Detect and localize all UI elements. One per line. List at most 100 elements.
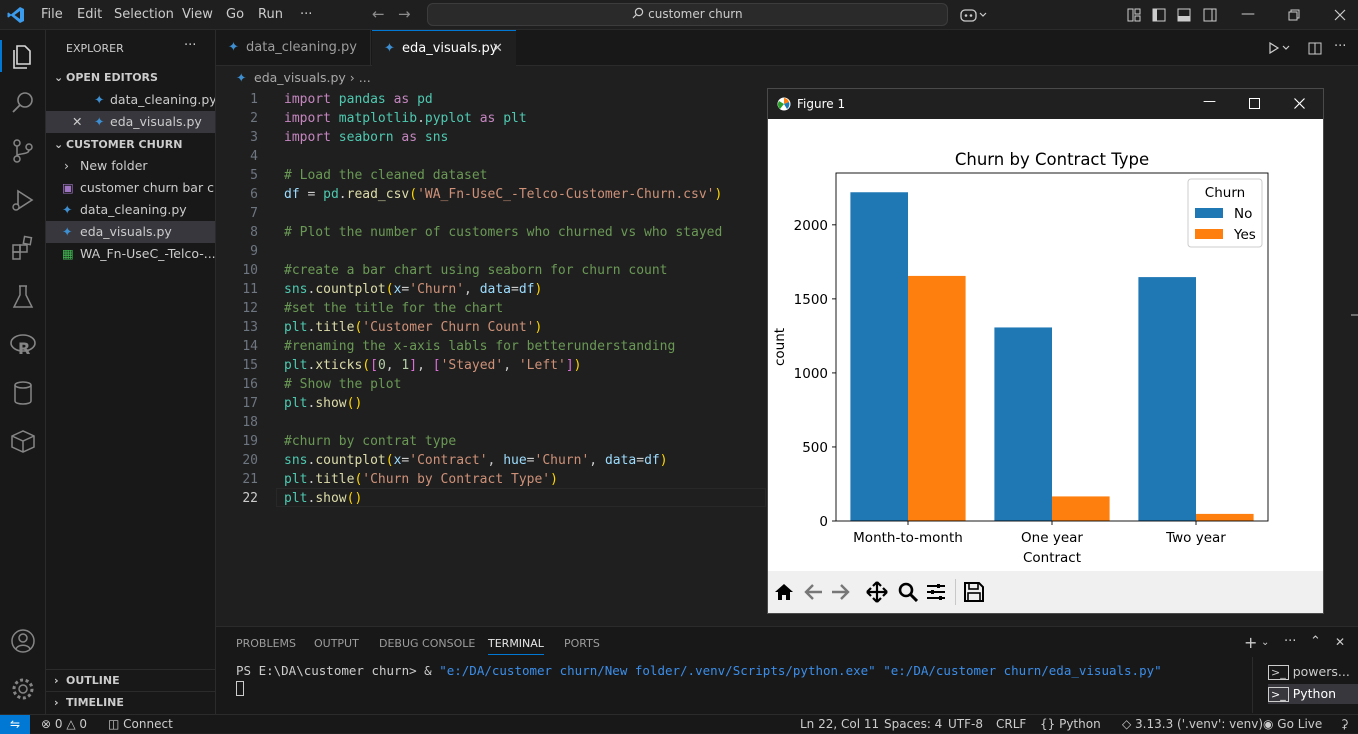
new-terminal-icon[interactable]: + (1244, 633, 1257, 652)
tree-item-churn-image[interactable]: ▣ customer churn bar c... (46, 177, 215, 199)
tab-ports[interactable]: PORTS (564, 637, 600, 650)
search-view-icon[interactable] (8, 88, 38, 118)
code-line[interactable]: # Load the cleaned dataset (284, 168, 488, 183)
tree-item-csv[interactable]: ▦ WA_Fn-UseC_-Telco-... (46, 243, 215, 265)
database-icon[interactable] (8, 378, 38, 408)
end-of-line[interactable]: CRLF (996, 715, 1026, 734)
extensions-icon[interactable] (8, 233, 38, 263)
code-line[interactable]: #set the title for the chart (284, 301, 503, 316)
figure-minimize-icon[interactable]: — (1203, 94, 1216, 109)
figure-maximize-icon[interactable] (1249, 98, 1260, 109)
menu-go[interactable]: Go (226, 7, 244, 22)
code-line[interactable]: plt.show() (284, 396, 362, 411)
code-line[interactable]: plt.xticks([0, 1], ['Stayed', 'Left']) (284, 358, 581, 373)
source-control-icon[interactable] (8, 136, 38, 166)
close-panel-icon[interactable]: ✕ (1335, 635, 1345, 649)
nav-back-icon[interactable]: ← (372, 5, 385, 23)
customize-layout-icon[interactable] (1127, 8, 1141, 22)
restore-icon[interactable] (1288, 9, 1300, 21)
configure-subplots-icon[interactable] (926, 582, 946, 602)
menu-run[interactable]: Run (258, 7, 283, 22)
code-line[interactable]: #renaming the x-axis labls for betterund… (284, 339, 675, 354)
tree-item-eda-visuals[interactable]: ✦ eda_visuals.py (46, 221, 215, 243)
code-line[interactable]: df = pd.read_csv('WA_Fn-UseC_-Telco-Cust… (284, 187, 722, 202)
tree-item-data-cleaning[interactable]: ✦ data_cleaning.py (46, 199, 215, 221)
back-arrow-icon[interactable] (804, 583, 824, 601)
terminal-instance-python[interactable]: >_ Python (1268, 684, 1358, 704)
editor-more-icon[interactable]: ··· (1334, 39, 1346, 54)
open-editor-eda-visuals[interactable]: ✕ ✦ eda_visuals.py (46, 111, 215, 133)
account-icon[interactable] (8, 626, 38, 656)
toggle-sidebar-icon[interactable] (1152, 8, 1166, 22)
panel-more-icon[interactable]: ··· (1284, 634, 1296, 649)
chevron-down-icon[interactable]: ⌄ (1261, 637, 1269, 648)
zoom-icon[interactable] (898, 582, 918, 602)
tab-problems[interactable]: PROBLEMS (236, 637, 296, 650)
code-line[interactable]: plt.title('Churn by Contract Type') (284, 472, 558, 487)
code-line[interactable]: sns.countplot(x='Churn', data=df) (284, 282, 542, 297)
code-line[interactable]: import pandas as pd (284, 92, 433, 107)
tab-terminal[interactable]: TERMINAL (488, 637, 544, 655)
tab-eda-visuals[interactable]: ✦ eda_visuals.py ✕ (372, 30, 516, 67)
outline-header[interactable]: › OUTLINE (46, 669, 215, 691)
code-line[interactable]: plt.title('Customer Churn Count') (284, 320, 542, 335)
menu-selection[interactable]: Selection (114, 7, 174, 22)
code-line[interactable]: import seaborn as sns (284, 130, 448, 145)
maximize-panel-icon[interactable]: ⌃ (1310, 634, 1321, 649)
terminal-instance-powershell[interactable]: >_ powers... (1268, 662, 1358, 682)
remote-indicator-icon[interactable]: ⇋ (0, 715, 30, 734)
run-python-file-icon[interactable] (1268, 42, 1292, 54)
open-editor-data-cleaning[interactable]: ✦ data_cleaning.py (46, 89, 215, 111)
folder-header[interactable]: ⌄ CUSTOMER CHURN (46, 134, 215, 156)
save-figure-icon[interactable] (964, 582, 984, 602)
encoding[interactable]: UTF-8 (948, 715, 983, 734)
pan-icon[interactable] (866, 581, 888, 603)
tab-data-cleaning[interactable]: ✦ data_cleaning.py (216, 30, 371, 66)
copilot-icon[interactable] (960, 7, 988, 23)
command-center-search[interactable]: customer churn (427, 3, 948, 26)
explorer-icon[interactable] (8, 42, 38, 72)
testing-icon[interactable] (8, 282, 38, 312)
problems-status[interactable]: ⊗ 0 △ 0 (41, 715, 87, 734)
notifications-bell-icon[interactable]: ⚳ (1340, 715, 1349, 734)
code-line[interactable]: # Show the plot (284, 377, 401, 392)
tree-item-new-folder[interactable]: › New folder (46, 155, 215, 177)
menu-edit[interactable]: Edit (77, 7, 102, 22)
timeline-header[interactable]: › TIMELINE (46, 691, 215, 713)
split-editor-icon[interactable] (1308, 42, 1322, 55)
minimize-icon[interactable]: — (1241, 6, 1255, 22)
terminal-line[interactable]: PS E:\DA\customer churn> & "e:/DA/custom… (236, 663, 1162, 678)
tab-output[interactable]: OUTPUT (314, 637, 359, 650)
nav-forward-icon[interactable]: → (398, 5, 411, 23)
r-language-icon[interactable]: R (8, 330, 38, 360)
code-line[interactable]: import matplotlib.pyplot as plt (284, 111, 527, 126)
toggle-panel-icon[interactable] (1177, 8, 1191, 22)
code-line[interactable]: #churn by contrat type (284, 434, 456, 449)
code-line[interactable]: # Plot the number of customers who churn… (284, 225, 722, 240)
close-tab-icon[interactable]: ✕ (492, 31, 503, 67)
language-mode[interactable]: {} Python (1040, 715, 1101, 734)
forward-arrow-icon[interactable] (830, 583, 850, 601)
close-icon[interactable]: ✕ (72, 111, 82, 133)
breadcrumb-symbol[interactable]: ... (359, 70, 371, 85)
run-debug-icon[interactable] (8, 185, 38, 215)
open-editors-header[interactable]: ⌄ OPEN EDITORS (46, 67, 215, 89)
settings-gear-icon[interactable] (8, 674, 38, 704)
packages-icon[interactable] (8, 426, 38, 456)
explorer-more-icon[interactable]: ··· (184, 38, 196, 53)
menu-more[interactable]: ··· (300, 7, 312, 22)
breadcrumb-file[interactable]: eda_visuals.py (254, 70, 346, 85)
connect-status[interactable]: ◫ Connect (108, 715, 173, 734)
cursor-position[interactable]: Ln 22, Col 11 (800, 715, 879, 734)
menu-view[interactable]: View (182, 7, 213, 22)
code-line[interactable]: #create a bar chart using seaborn for ch… (284, 263, 668, 278)
code-line[interactable]: sns.countplot(x='Contract', hue='Churn',… (284, 453, 668, 468)
close-window-icon[interactable] (1334, 9, 1346, 21)
indentation[interactable]: Spaces: 4 (884, 715, 942, 734)
menu-file[interactable]: File (41, 7, 63, 22)
python-interpreter[interactable]: ◇ 3.13.3 ('.venv': venv) (1122, 715, 1263, 734)
tab-debug-console[interactable]: DEBUG CONSOLE (379, 637, 475, 650)
figure-close-icon[interactable] (1294, 98, 1305, 109)
go-live-button[interactable]: ◉ Go Live (1263, 715, 1322, 734)
toggle-secondary-sidebar-icon[interactable] (1203, 8, 1217, 22)
